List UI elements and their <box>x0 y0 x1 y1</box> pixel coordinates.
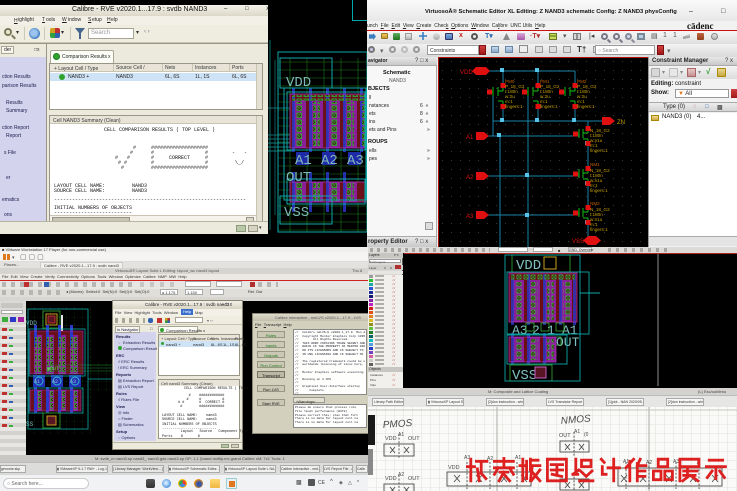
svg-text:1: 1 <box>547 323 555 338</box>
svg-text:A2: A2 <box>466 175 474 181</box>
svg-text:fingers:1: fingers:1 <box>590 227 608 232</box>
svg-text:fingers:1: fingers:1 <box>505 104 523 109</box>
svg-text:A3: A3 <box>70 379 76 385</box>
svg-text:VDD: VDD <box>460 70 473 76</box>
svg-text:fingers:1: fingers:1 <box>590 188 608 193</box>
svg-text:VDD: VDD <box>286 75 311 91</box>
svg-text:fingers:1: fingers:1 <box>577 104 595 109</box>
svg-text:A3: A3 <box>347 153 364 169</box>
svg-text:A2: A2 <box>52 379 58 385</box>
svg-text:A1: A1 <box>295 153 312 169</box>
svg-text:NM2: NM2 <box>590 201 600 206</box>
svg-text:fingers:1: fingers:1 <box>540 104 558 109</box>
svg-text:A2: A2 <box>321 153 338 169</box>
svg-text:A1: A1 <box>34 379 40 385</box>
svg-text:(0: (0 <box>584 432 589 438</box>
svg-text:VSS: VSS <box>284 205 309 221</box>
svg-text:VSS: VSS <box>512 368 537 384</box>
svg-text:VSS: VSS <box>572 239 584 245</box>
svg-text:A3: A3 <box>466 214 474 220</box>
svg-text:NM1: NM1 <box>590 162 600 167</box>
svg-text:OUT: OUT <box>408 436 420 442</box>
svg-text:▣OUT: ▣OUT <box>47 366 59 372</box>
svg-text:A3: A3 <box>512 323 528 338</box>
svg-text:VDD: VDD <box>385 436 397 442</box>
svg-text:ZN: ZN <box>617 120 625 126</box>
svg-text:OUT: OUT <box>286 170 311 186</box>
svg-text:PMOS: PMOS <box>382 418 412 431</box>
svg-text:VDD: VDD <box>385 476 397 482</box>
svg-text:A1: A1 <box>574 429 580 435</box>
svg-text:OUT: OUT <box>559 433 571 439</box>
svg-text:fingers:1: fingers:1 <box>590 148 608 153</box>
svg-text:VDD: VDD <box>448 465 460 471</box>
svg-text:2: 2 <box>532 323 540 338</box>
svg-text:SS: SS <box>26 421 34 428</box>
svg-text:A1: A1 <box>466 135 474 141</box>
svg-text:OUT: OUT <box>408 476 420 482</box>
